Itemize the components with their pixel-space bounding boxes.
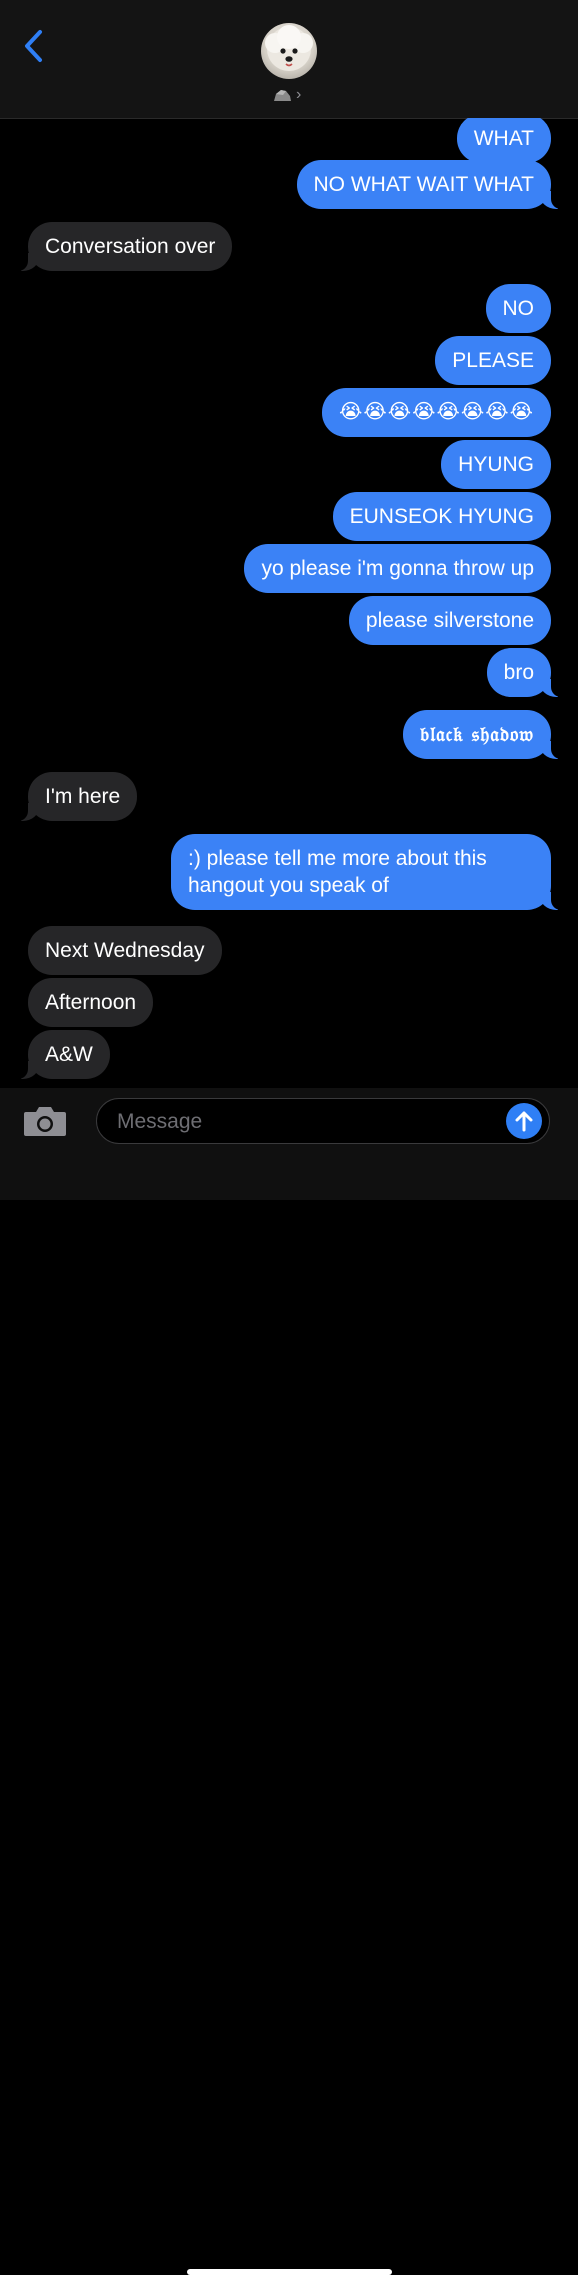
message-bubble-sent[interactable]: HYUNG [441, 440, 551, 489]
chevron-left-icon [25, 30, 42, 62]
home-indicator[interactable] [187, 2269, 392, 2275]
message-bubble-sent[interactable]: yo please i'm gonna throw up [244, 544, 551, 593]
message-bubble-sent[interactable]: NO [485, 284, 551, 333]
message-bubble-sent[interactable]: bro [486, 648, 572, 697]
arrow-up-icon [515, 1111, 533, 1132]
poodle-avatar-image [265, 25, 313, 71]
message-bubble-sent[interactable]: :) please tell me more about this hangou… [171, 834, 571, 910]
rock-emoji-icon [274, 90, 291, 101]
message-bubble-sent[interactable]: 𝔟𝔩𝔞𝔠𝔨 𝔰𝔥𝔞𝔡𝔬𝔴 [402, 710, 572, 759]
message-bubble-sent[interactable]: please silverstone [348, 596, 551, 645]
message-bubble-sent[interactable]: WHAT [456, 118, 551, 163]
camera-icon [24, 1107, 66, 1136]
message-input[interactable] [115, 1099, 499, 1144]
message-thread: WHAT NO WHAT WAIT WHAT Conversation over… [0, 118, 578, 1088]
conversation-header: › [0, 0, 578, 119]
message-composer [0, 1088, 578, 2275]
message-bubble-received[interactable]: I'm here [7, 772, 138, 821]
message-bubble-sent-emoji[interactable]: 😭😭😭😭😭😭😭😭 [322, 388, 551, 437]
message-bubble-received[interactable]: A&W [8, 1030, 110, 1079]
chevron-right-icon: › [296, 86, 302, 103]
message-bubble-sent[interactable]: NO WHAT WAIT WHAT [296, 160, 572, 209]
message-input-field[interactable] [96, 1098, 550, 1144]
camera-button[interactable] [22, 1104, 68, 1138]
contact-avatar[interactable] [261, 23, 317, 79]
message-bubble-sent[interactable]: EUNSEOK HYUNG [332, 492, 551, 541]
send-button[interactable] [506, 1103, 542, 1139]
message-bubble-received[interactable]: Next Wednesday [28, 926, 222, 975]
back-button[interactable] [18, 26, 52, 66]
message-bubble-received[interactable]: Afternoon [28, 978, 154, 1027]
contact-info-link[interactable]: › [272, 84, 301, 106]
message-bubble-received[interactable]: Conversation over [7, 222, 233, 271]
message-bubble-sent[interactable]: PLEASE [435, 336, 551, 385]
